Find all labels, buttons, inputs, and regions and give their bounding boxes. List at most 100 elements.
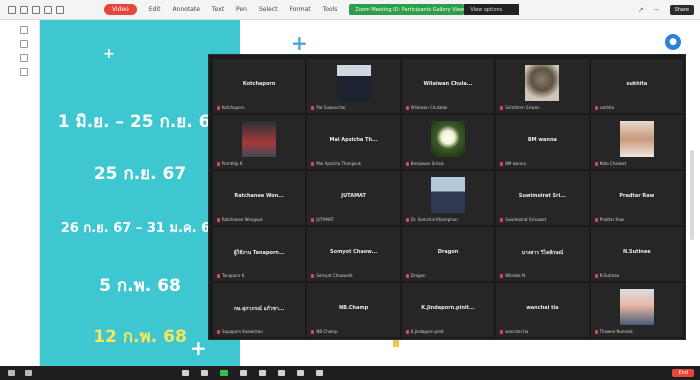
undo-icon[interactable] — [44, 5, 52, 14]
menu-format[interactable]: Format — [289, 6, 310, 13]
participant-tile[interactable]: Dr. Somchai Khamphan — [401, 171, 495, 225]
participant-tile[interactable]: Benjawan Srisuk — [401, 115, 495, 169]
muted-mic-icon — [500, 217, 504, 222]
menu-pen[interactable]: Pen — [236, 6, 247, 13]
reactions-icon[interactable] — [259, 370, 266, 376]
share-screen-icon[interactable] — [220, 370, 228, 376]
scrollbar[interactable] — [690, 150, 694, 240]
participant-label-text: Suwimolrat Srisawat — [505, 217, 547, 222]
participant-tile[interactable]: N.Sutinee N.Sutinee — [590, 227, 683, 281]
more-icon[interactable] — [316, 370, 323, 376]
mic-icon[interactable] — [8, 370, 15, 376]
participant-label: Pradtar Raw — [594, 217, 624, 222]
participant-name: JUTAMAT — [341, 193, 366, 199]
participant-label-text: Dr. Somchai Khamphan — [410, 217, 458, 222]
participant-label-text: N.Sutinee — [599, 273, 620, 278]
pin-icon[interactable]: ↗ — [638, 6, 644, 14]
participant-tile[interactable]: K.Jindaporn.pinit... K.Jindaporn.pinit — [401, 283, 495, 337]
participant-tile[interactable]: Dragon Dragon — [401, 227, 495, 281]
menu-select[interactable]: Select — [259, 6, 278, 13]
slide-plus-icon-bottom: + — [190, 336, 207, 360]
participant-tile[interactable]: Pat Suwanchai — [307, 59, 400, 113]
menu-text[interactable]: Text — [212, 6, 224, 13]
menu-edit[interactable]: Edit — [149, 6, 161, 13]
shape-tool-icon[interactable] — [20, 40, 28, 48]
participant-tile[interactable]: NB.Champ NB.Champ — [307, 283, 400, 337]
participant-tile[interactable]: Pornthip K. — [213, 115, 306, 169]
participant-video — [336, 65, 371, 101]
participant-tile[interactable]: Somyot Chaow... Somyot Chaowalit — [307, 227, 400, 281]
participant-label-text: Pradtar Raw — [599, 217, 624, 222]
muted-mic-icon — [405, 105, 409, 110]
participant-name: wanchai tia — [526, 305, 559, 311]
participant-video — [430, 121, 465, 157]
participant-tile[interactable]: Nida Chaiwat — [590, 115, 683, 169]
print-icon[interactable] — [32, 5, 40, 14]
participant-tile[interactable]: Kotchaporn Kotchaporn — [213, 59, 306, 113]
participant-name: Suwimolrat Sri... — [518, 193, 567, 199]
participant-tile[interactable]: sukhita sukhita — [590, 59, 683, 113]
participant-tile[interactable]: ผู้ใช้งาน Tanaporn... Tanaporn K. — [213, 227, 306, 281]
menu-annotate[interactable]: Annotate — [172, 6, 199, 13]
muted-mic-icon — [405, 273, 409, 278]
participant-tile[interactable]: Mai Apsicha Th... Mai Apsicha Thongsuk — [307, 115, 400, 169]
meeting-banner[interactable]: Zoom Meeting ID: Participants Gallery Vi… — [349, 4, 465, 15]
participant-tile[interactable]: BM wanna BM wanna — [496, 115, 589, 169]
save-icon[interactable] — [20, 5, 28, 14]
whiteboard-icon[interactable] — [297, 370, 304, 376]
participant-name: NB.Champ — [338, 305, 369, 311]
left-tool-sidebar — [0, 20, 40, 366]
participant-label-text: JUTAMAT — [316, 217, 334, 222]
participant-label: Tanaporn K. — [217, 273, 245, 278]
muted-mic-icon — [594, 329, 598, 334]
participant-video — [242, 121, 277, 157]
text-tool-icon[interactable] — [20, 54, 28, 62]
chat-icon[interactable] — [201, 370, 208, 376]
share-button[interactable]: Share — [669, 4, 694, 15]
participant-tile[interactable]: Suwimolrat Sri... Suwimolrat Srisawat — [496, 171, 589, 225]
participant-label: sukhita — [594, 105, 614, 110]
sticky-note-icon — [393, 340, 399, 347]
participant-name: ผู้ใช้งาน Tanaporn... — [233, 250, 285, 256]
participant-tile[interactable]: Ratchanee Won... Ratchanee Wongsuk — [213, 171, 306, 225]
participant-tile[interactable]: Wilaiwan Chula... Wilaiwan Chulalak — [401, 59, 495, 113]
participant-tile[interactable]: นางสาว วิไลลักษณ์ Wilailak N. — [496, 227, 589, 281]
menu-tools[interactable]: Tools — [323, 6, 338, 13]
participant-name: Mai Apsicha Th... — [329, 137, 378, 143]
participant-tile[interactable]: กษ.สุภาภรณ์ แก้วชา... Supaporn Kaewchan — [213, 283, 306, 337]
participant-name: sukhita — [626, 81, 648, 87]
toolbar-icons — [8, 5, 64, 14]
participant-tile[interactable]: Thawee Numsak — [590, 283, 683, 337]
participant-label-text: Tanaporn K. — [222, 273, 246, 278]
participant-label: Wilailak N. — [500, 273, 526, 278]
muted-mic-icon — [500, 105, 504, 110]
participant-label-text: Wilailak N. — [505, 273, 527, 278]
pen-tool-icon[interactable] — [20, 68, 28, 76]
participant-tile[interactable]: wanchai tia wanchai tia — [496, 283, 589, 337]
muted-mic-icon — [311, 161, 315, 166]
participant-label: Pat Suwanchai — [311, 105, 346, 110]
audio-video-controls — [8, 370, 32, 376]
end-button[interactable]: End — [672, 369, 694, 377]
participant-tile[interactable]: Sirinthorn Sriwan — [496, 59, 589, 113]
apps-icon[interactable] — [278, 370, 285, 376]
muted-mic-icon — [594, 273, 598, 278]
participant-label: Benjawan Srisuk — [405, 161, 444, 166]
participant-tile[interactable]: JUTAMAT JUTAMAT — [307, 171, 400, 225]
pointer-tool-icon[interactable] — [20, 26, 28, 34]
assistant-icon[interactable]: ● — [665, 34, 681, 50]
participant-label: Mai Apsicha Thongsuk — [311, 161, 361, 166]
redo-icon[interactable] — [56, 5, 64, 14]
participants-icon[interactable] — [182, 370, 189, 376]
home-icon[interactable] — [8, 5, 16, 14]
view-options-button[interactable]: View options — [464, 4, 520, 15]
muted-mic-icon — [500, 329, 504, 334]
participant-label-text: Pornthip K. — [222, 161, 244, 166]
participant-tile[interactable]: Pradtar Raw Pradtar Raw — [590, 171, 683, 225]
participant-label-text: Ratchanee Wongsuk — [222, 217, 263, 222]
minimize-icon[interactable]: − — [654, 6, 660, 14]
camera-icon[interactable] — [25, 370, 32, 376]
participant-label: Dragon — [405, 273, 426, 278]
video-button[interactable]: Video — [104, 4, 137, 15]
record-icon[interactable] — [240, 370, 247, 376]
